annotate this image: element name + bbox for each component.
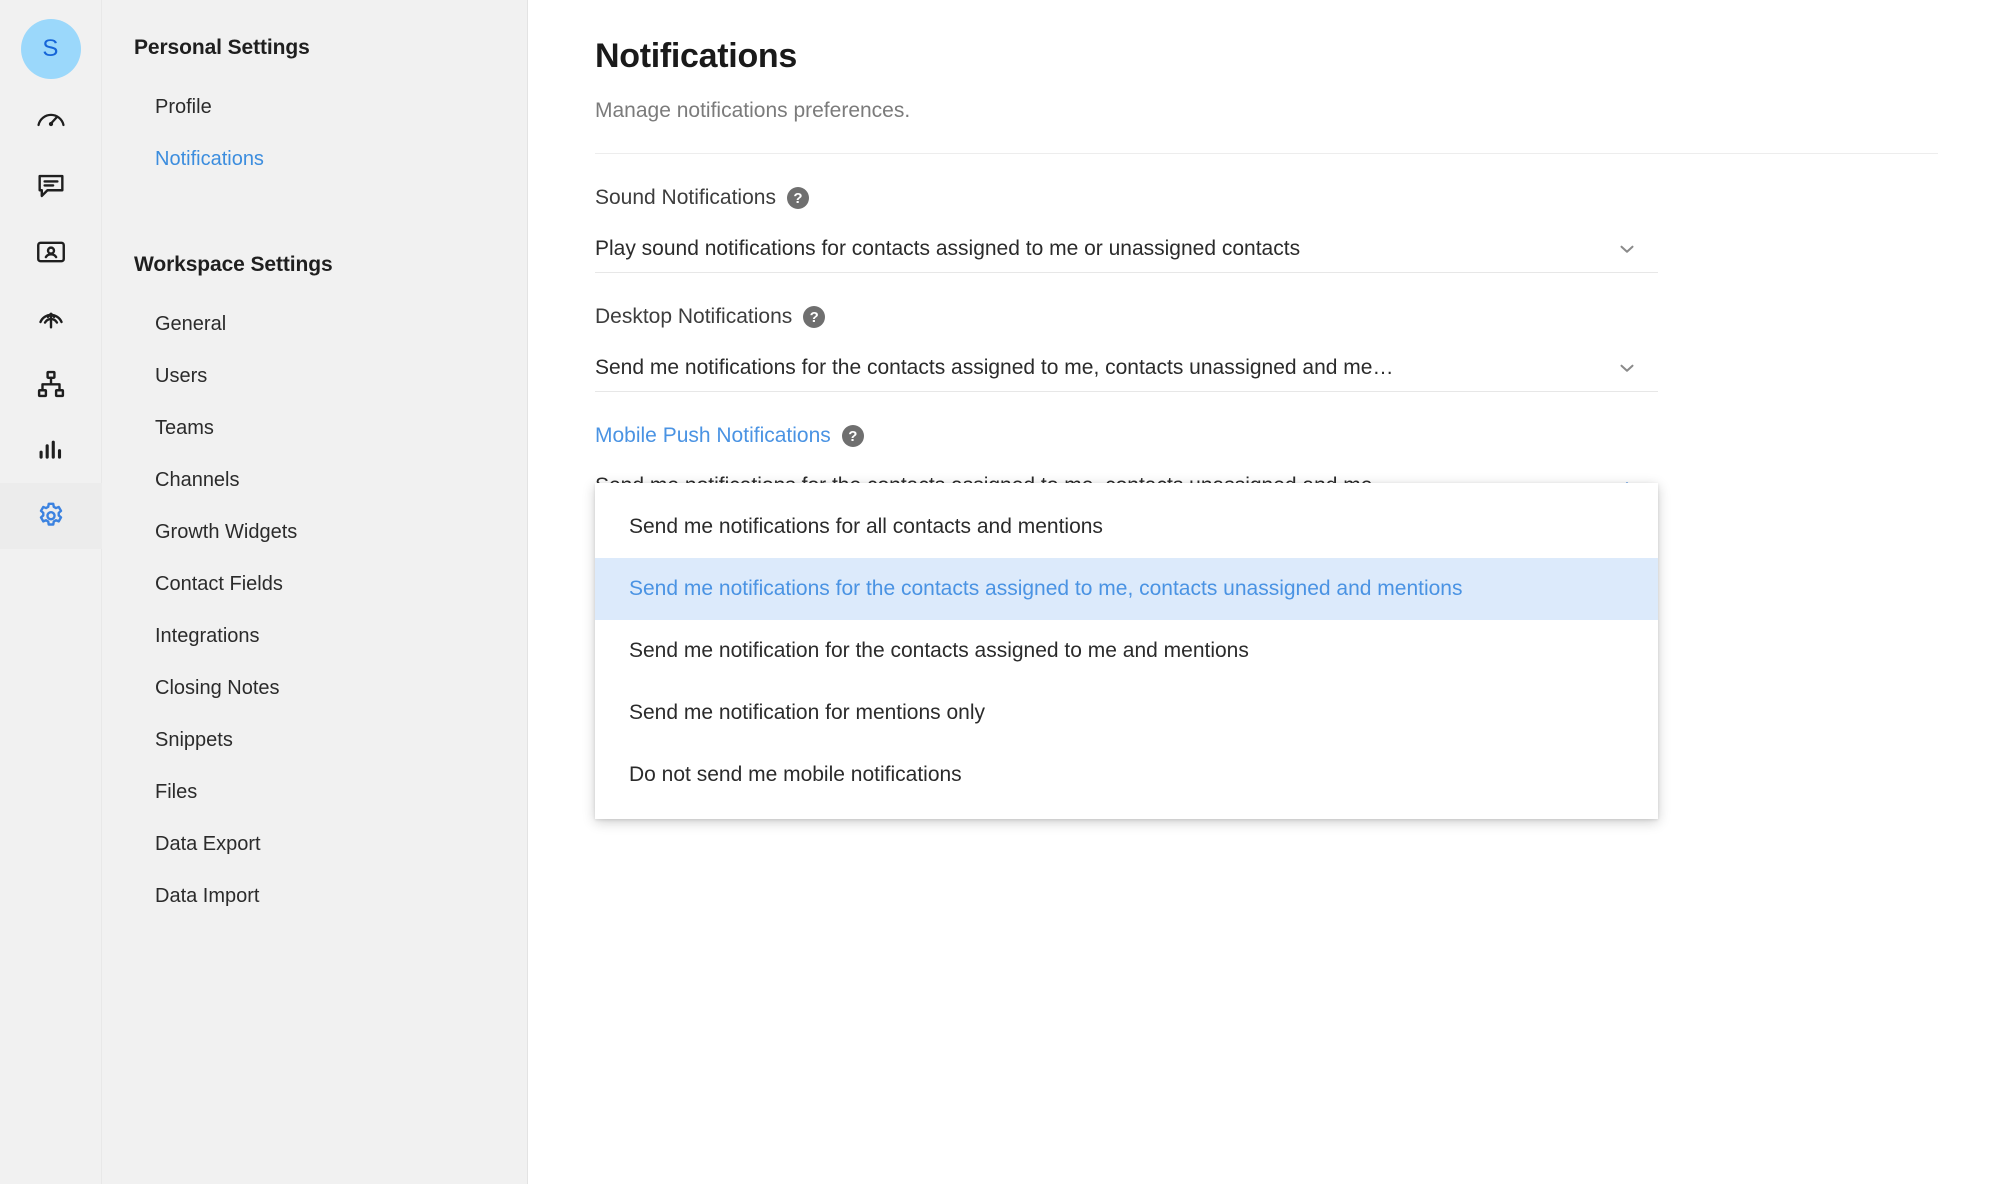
dropdown-option-selected[interactable]: Send me notifications for the contacts a… [595, 558, 1658, 620]
campaigns-broadcast-icon[interactable] [0, 285, 102, 351]
nav-group-title-workspace: Workspace Settings [102, 247, 527, 283]
avatar[interactable]: S [21, 19, 81, 79]
dropdown-option[interactable]: Do not send me mobile notifications [595, 744, 1658, 806]
settings-nav: Personal Settings Profile Notifications … [102, 0, 528, 1184]
dropdown-option[interactable]: Send me notifications for all contacts a… [595, 496, 1658, 558]
sidebar-item-teams[interactable]: Teams [102, 402, 527, 454]
nav-list-workspace: General Users Teams Channels Growth Widg… [102, 298, 527, 922]
field-desktop-notifications: Desktop Notifications ? Send me notifica… [595, 303, 1938, 392]
app-root: S [0, 0, 2000, 1184]
sidebar-item-growth-widgets[interactable]: Growth Widgets [102, 506, 527, 558]
sidebar-item-contact-fields[interactable]: Contact Fields [102, 558, 527, 610]
dashboard-gauge-icon[interactable] [0, 87, 102, 153]
sidebar-item-data-export[interactable]: Data Export [102, 818, 527, 870]
chevron-down-icon[interactable] [1616, 357, 1638, 379]
sidebar-item-channels[interactable]: Channels [102, 454, 527, 506]
dropdown-option[interactable]: Send me notification for mentions only [595, 682, 1658, 744]
field-sound-notifications: Sound Notifications ? Play sound notific… [595, 184, 1938, 273]
sidebar-item-snippets[interactable]: Snippets [102, 714, 527, 766]
field-label-desktop: Desktop Notifications [595, 303, 792, 331]
main-content: Notifications Manage notifications prefe… [528, 0, 2000, 1184]
sidebar-item-data-import[interactable]: Data Import [102, 870, 527, 922]
page-subtitle: Manage notifications preferences. [595, 97, 1938, 125]
reports-bar-chart-icon[interactable] [0, 417, 102, 483]
sidebar-item-files[interactable]: Files [102, 766, 527, 818]
dropdown-option[interactable]: Send me notification for the contacts as… [595, 620, 1658, 682]
field-label-sound: Sound Notifications [595, 184, 776, 212]
nav-group-title-personal: Personal Settings [102, 30, 527, 66]
dropdown-mobile-push-options: Send me notifications for all contacts a… [595, 483, 1658, 819]
field-label-row-desktop: Desktop Notifications ? [595, 303, 1938, 331]
field-mobile-push-notifications: Mobile Push Notifications ? Send me noti… [595, 422, 1938, 511]
sidebar-item-users[interactable]: Users [102, 350, 527, 402]
sidebar-item-integrations[interactable]: Integrations [102, 610, 527, 662]
conversations-chat-icon[interactable] [0, 153, 102, 219]
sidebar-item-profile[interactable]: Profile [102, 81, 527, 133]
select-sound-notifications[interactable]: Play sound notifications for contacts as… [595, 229, 1658, 273]
automations-flow-icon[interactable] [0, 351, 102, 417]
page-title: Notifications [595, 32, 1938, 80]
sidebar-item-notifications[interactable]: Notifications [102, 133, 527, 185]
sidebar-item-closing-notes[interactable]: Closing Notes [102, 662, 527, 714]
help-circle-icon[interactable]: ? [842, 425, 864, 447]
field-label-row-sound: Sound Notifications ? [595, 184, 1938, 212]
nav-list-personal: Profile Notifications [102, 81, 527, 185]
settings-gear-icon[interactable] [0, 483, 102, 549]
select-desktop-value: Send me notifications for the contacts a… [595, 353, 1393, 387]
chevron-down-icon[interactable] [1616, 238, 1638, 260]
select-sound-value: Play sound notifications for contacts as… [595, 234, 1300, 268]
title-divider [595, 153, 1938, 154]
primary-icon-rail: S [0, 0, 102, 1184]
field-label-row-mobile: Mobile Push Notifications ? [595, 422, 1938, 450]
help-circle-icon[interactable]: ? [787, 187, 809, 209]
help-circle-icon[interactable]: ? [803, 306, 825, 328]
select-desktop-notifications[interactable]: Send me notifications for the contacts a… [595, 348, 1658, 392]
contacts-card-icon[interactable] [0, 219, 102, 285]
sidebar-item-general[interactable]: General [102, 298, 527, 350]
field-label-mobile: Mobile Push Notifications [595, 422, 831, 450]
